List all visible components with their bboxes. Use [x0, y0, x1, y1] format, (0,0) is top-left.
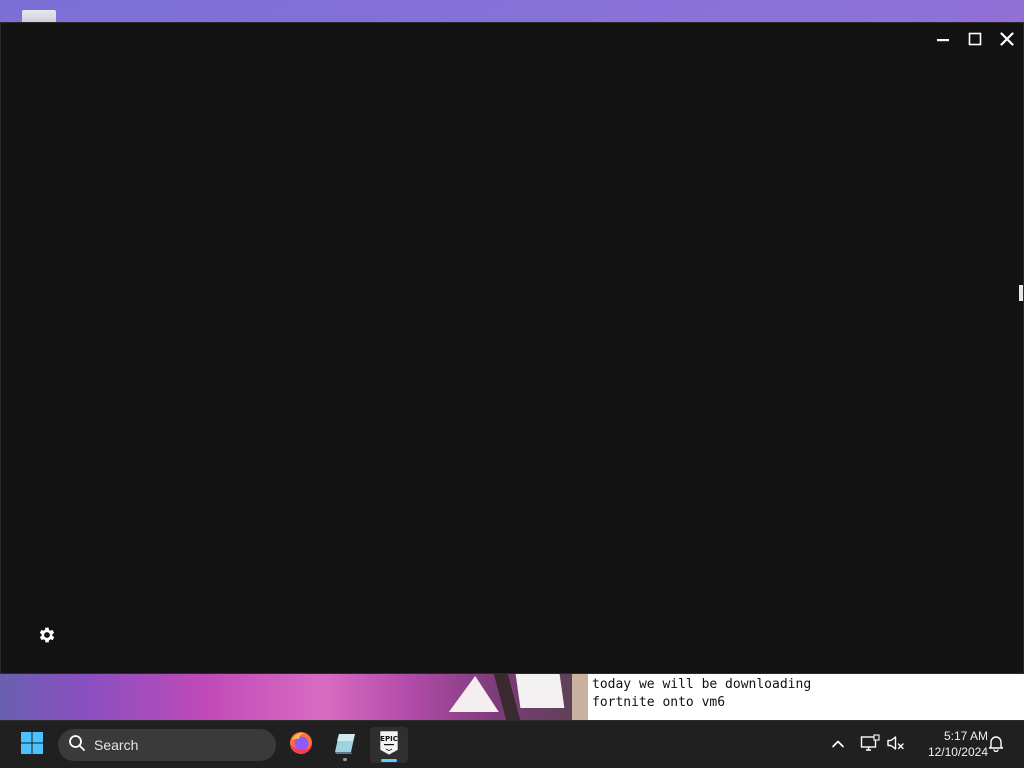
network-button[interactable] — [858, 733, 882, 757]
caption-note: today we will be downloading fortnite on… — [588, 674, 1024, 720]
caption-line: today we will be downloading — [592, 677, 812, 692]
wallpaper-shape — [448, 676, 506, 712]
volume-button[interactable] — [884, 733, 908, 757]
window-controls — [927, 23, 1023, 55]
volume-muted-icon — [886, 734, 906, 756]
epic-games-icon: EPIC — [378, 730, 400, 760]
start-button[interactable] — [14, 729, 50, 761]
taskbar: Search EPIC 5:17 AM 12/10/2024 — [0, 720, 1024, 768]
minimize-icon — [936, 32, 950, 46]
taskbar-search[interactable]: Search — [58, 729, 276, 761]
chevron-up-icon — [831, 736, 845, 755]
taskbar-app-epic-games[interactable]: EPIC — [370, 727, 408, 763]
wallpaper-shape — [515, 674, 565, 708]
show-hidden-icons-button[interactable] — [826, 733, 850, 757]
app-icon — [333, 731, 357, 759]
windows-logo-icon — [20, 731, 44, 759]
settings-button[interactable] — [37, 625, 57, 645]
notifications-button[interactable] — [984, 733, 1008, 757]
taskbar-app-firefox[interactable] — [282, 727, 320, 763]
wallpaper-shape — [572, 674, 588, 720]
gear-icon — [37, 627, 57, 649]
close-icon — [1000, 32, 1014, 46]
running-indicator — [343, 758, 347, 761]
close-button[interactable] — [991, 23, 1023, 55]
firefox-icon — [288, 730, 314, 760]
epic-logo-text: EPIC — [380, 735, 398, 743]
maximize-icon — [968, 32, 982, 46]
caption-line: fortnite onto vm6 — [592, 695, 726, 710]
network-icon — [860, 734, 880, 756]
active-indicator — [381, 759, 397, 762]
search-label: Search — [94, 737, 139, 753]
minimize-button[interactable] — [927, 23, 959, 55]
taskbar-app[interactable] — [326, 727, 364, 763]
bell-icon — [988, 734, 1004, 756]
maximize-button[interactable] — [959, 23, 991, 55]
desktop-wallpaper — [0, 674, 588, 720]
clock-button[interactable]: 5:17 AM 12/10/2024 — [912, 728, 988, 760]
resize-edge[interactable] — [1019, 285, 1023, 301]
clock-time: 5:17 AM — [943, 729, 988, 743]
search-icon — [68, 734, 86, 756]
launcher-window[interactable] — [0, 22, 1024, 674]
clock-date: 12/10/2024 — [927, 745, 988, 759]
